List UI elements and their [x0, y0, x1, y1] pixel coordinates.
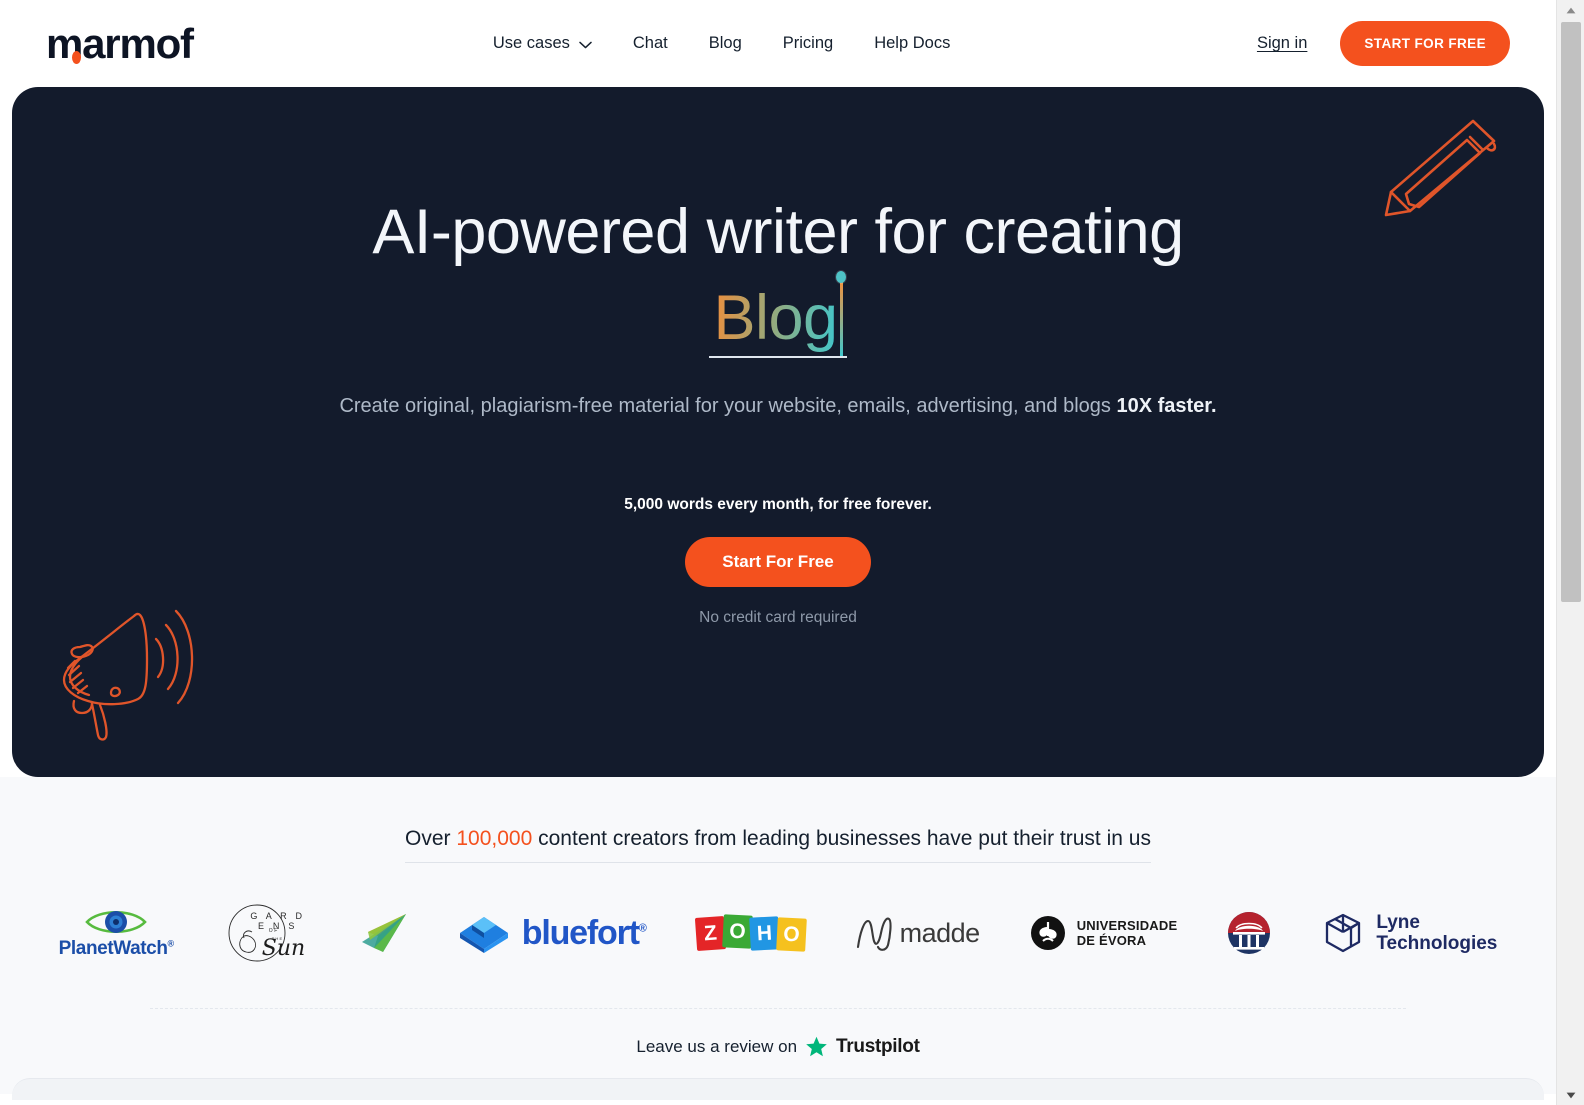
next-section-top-edge	[12, 1078, 1544, 1100]
nav-item-pricing-label: Pricing	[782, 34, 834, 52]
nav-item-help-docs[interactable]: Help Docs	[874, 34, 950, 53]
client-logo-lyne-technologies: Lyne Technologies	[1321, 910, 1497, 956]
chevron-down-icon	[579, 41, 592, 49]
nav-item-help-docs-label: Help Docs	[874, 34, 951, 52]
trust-heading-post: content creators from leading businesses…	[532, 827, 1151, 850]
nav-item-blog[interactable]: Blog	[709, 34, 742, 53]
hero-free-words-line: 5,000 words every month, for free foreve…	[624, 495, 932, 513]
site-header: marmof Use cases Chat Blog Pricing Help …	[0, 0, 1556, 87]
sign-in-link[interactable]: Sign in	[1257, 34, 1307, 53]
client-logo-planetwatch: PlanetWatch®	[59, 907, 174, 960]
hero-typed-underline	[709, 355, 847, 358]
client-logo-bluefort: bluefort®	[458, 911, 647, 955]
university-seal-icon	[1228, 912, 1271, 954]
main-navigation: Use cases Chat Blog Pricing Help Docs	[493, 34, 950, 53]
zoho-letter-4: O	[775, 917, 807, 952]
zoho-letter-2: O	[721, 913, 753, 949]
client-logo-madde: madde	[854, 913, 980, 953]
trust-heading: Over 100,000 content creators from leadi…	[405, 827, 1151, 863]
typing-caret-icon	[836, 270, 847, 356]
header-start-for-free-button[interactable]: START FOR FREE	[1340, 21, 1510, 66]
zoho-letter-3: H	[748, 915, 780, 951]
typing-caret-dot-icon	[836, 270, 847, 283]
madde-label: madde	[899, 917, 981, 948]
hero-subtitle-emphasis: 10X faster.	[1116, 394, 1217, 417]
gardens-line-4: Sun	[261, 936, 306, 961]
hero-typed-word: Blog	[713, 283, 838, 353]
lyne-line-1: Lyne	[1376, 911, 1420, 933]
section-divider	[150, 1008, 1406, 1009]
hero-start-for-free-button[interactable]: Start For Free	[685, 536, 871, 587]
bluefort-box-icon	[459, 917, 508, 953]
brand-logo-text: marmof	[46, 19, 194, 67]
client-logo-paper-plane	[360, 912, 408, 954]
client-logo-university-seal	[1227, 911, 1271, 955]
universidade-line-2: DE ÉVORA	[1076, 933, 1147, 948]
page-scrollbar[interactable]	[1556, 0, 1584, 1105]
client-logo-gardens-of-the-sun: G A R D E N S OF THE Sun	[224, 902, 310, 964]
scrollbar-down-arrow-icon[interactable]	[1557, 1085, 1584, 1105]
nav-item-chat-label: Chat	[632, 34, 668, 52]
trust-heading-pre: Over	[405, 827, 457, 850]
trust-heading-count: 100,000	[456, 827, 533, 850]
hero-content: AI-powered writer for creating Blog Crea…	[12, 87, 1544, 627]
paper-plane-icon	[361, 914, 406, 952]
planetwatch-label: PlanetWatch®	[58, 937, 175, 959]
hero-heading: AI-powered writer for creating	[372, 197, 1184, 267]
madde-script-m-icon	[856, 917, 892, 951]
gardens-line-2: OF	[268, 928, 279, 934]
hero-subtitle: Create original, plagiarism-free materia…	[12, 392, 1544, 420]
hero-subtitle-lead: Create original, plagiarism-free materia…	[339, 394, 1117, 417]
universidade-line-1: UNIVERSIDADE	[1076, 917, 1178, 933]
hero-no-credit-card-note: No credit card required	[699, 608, 857, 626]
trustpilot-star-icon	[806, 1036, 827, 1057]
hero-section: AI-powered writer for creating Blog Crea…	[12, 87, 1544, 777]
nav-item-blog-label: Blog	[708, 34, 742, 52]
client-logo-universidade-de-evora: UNIVERSIDADE DE ÉVORA	[1030, 915, 1178, 951]
lyne-line-2: Technologies	[1376, 933, 1498, 954]
header-actions: Sign in START FOR FREE	[1257, 21, 1510, 66]
trustpilot-review-label: Leave us a review on	[636, 1037, 798, 1056]
zoho-letter-1: Z	[694, 915, 726, 951]
bluefort-label: bluefort®	[521, 913, 647, 952]
nav-item-use-cases-label: Use cases	[492, 34, 570, 52]
scrollbar-up-arrow-icon[interactable]	[1557, 0, 1584, 20]
hero-typed-word-wrapper: Blog	[709, 270, 847, 358]
lyne-cube-icon	[1326, 913, 1361, 953]
nav-item-use-cases[interactable]: Use cases	[493, 34, 592, 53]
client-logo-zoho: Z O H O	[694, 913, 807, 952]
scrollbar-thumb[interactable]	[1561, 22, 1581, 602]
universidade-evora-icon	[1030, 916, 1065, 950]
planetwatch-eye-icon	[85, 910, 147, 933]
client-logo-row: PlanetWatch® G A R D E N S OF THE Sun bl…	[0, 902, 1556, 964]
page-root: marmof Use cases Chat Blog Pricing Help …	[0, 0, 1556, 1105]
trust-section: Over 100,000 content creators from leadi…	[0, 777, 1556, 1100]
brand-logo-dot-icon	[72, 50, 81, 64]
brand-logo[interactable]: marmof	[46, 19, 194, 67]
trustpilot-brand-label: Trustpilot	[836, 1036, 920, 1057]
nav-item-pricing[interactable]: Pricing	[783, 34, 833, 53]
nav-item-chat[interactable]: Chat	[633, 34, 668, 53]
